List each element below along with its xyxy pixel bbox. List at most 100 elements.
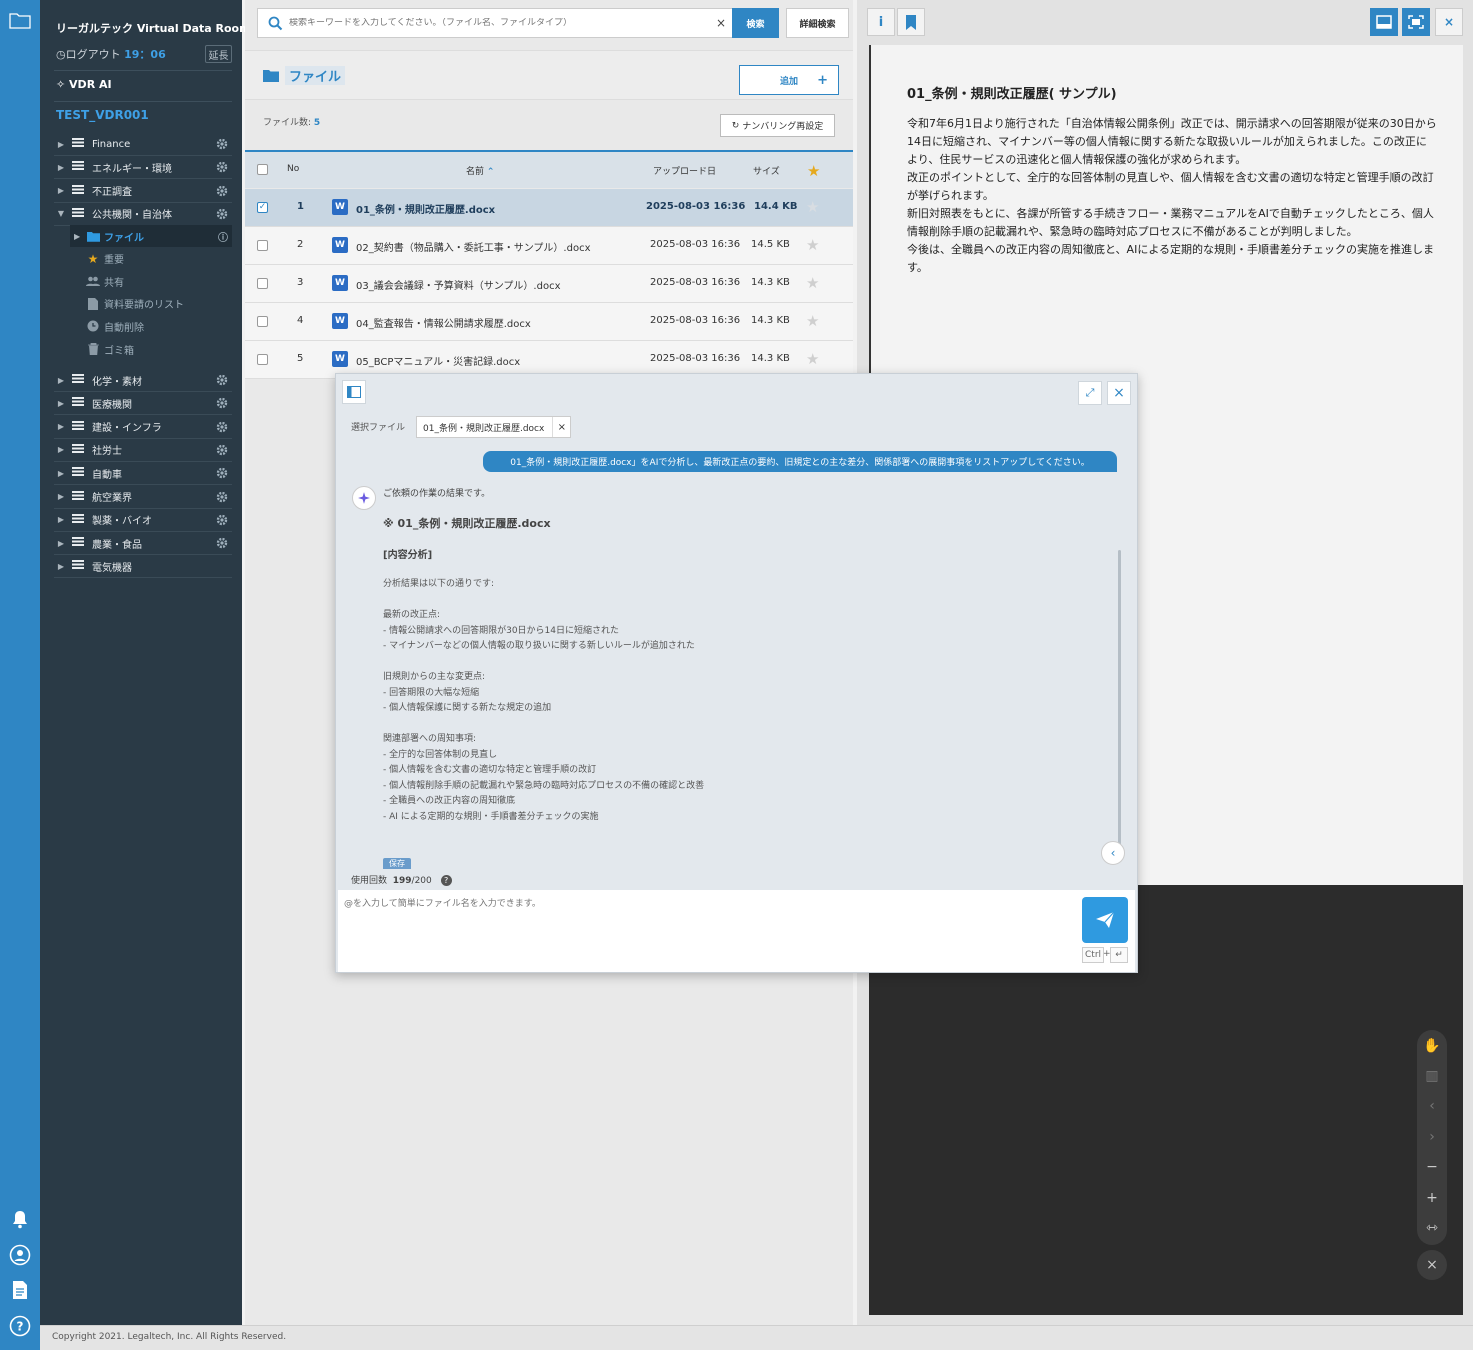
close-tools-icon[interactable]: × <box>1417 1250 1447 1280</box>
star-icon[interactable]: ★ <box>806 274 819 292</box>
caret-down-icon[interactable]: ▼ <box>54 209 68 218</box>
expand-icon[interactable]: ⤢ <box>1078 381 1102 405</box>
select-all-checkbox[interactable] <box>257 164 268 175</box>
next-page-icon[interactable]: › <box>1424 1129 1440 1145</box>
row-checkbox[interactable] <box>257 278 268 289</box>
extend-button[interactable]: 延長 <box>205 45 232 63</box>
row-checkbox[interactable]: ✓ <box>257 202 268 213</box>
caret-right-icon[interactable]: ▶ <box>54 562 68 571</box>
vdr-ai-link[interactable]: ✧ VDR AI <box>56 78 112 91</box>
gear-icon[interactable] <box>216 374 228 386</box>
search-input[interactable] <box>289 18 716 28</box>
gear-icon[interactable] <box>216 444 228 456</box>
sidebar-subitem[interactable]: 資料要請のリスト <box>70 293 232 315</box>
zoom-out-icon[interactable]: − <box>1424 1159 1440 1175</box>
caret-right-icon[interactable]: ▶ <box>54 163 68 172</box>
help-icon[interactable]: ? <box>8 1314 32 1338</box>
hand-tool-icon[interactable]: ✋ <box>1423 1038 1440 1054</box>
gear-icon[interactable] <box>216 491 228 503</box>
star-icon[interactable]: ★ <box>806 312 819 330</box>
add-button[interactable]: 追加 + <box>739 65 839 95</box>
star-header-icon[interactable]: ★ <box>807 162 820 180</box>
sidebar-folder[interactable]: ▶ エネルギー・環境 <box>54 156 232 180</box>
sidebar-folder[interactable]: ▶ 自動車 <box>54 462 232 486</box>
gear-icon[interactable] <box>216 185 228 197</box>
caret-right-icon[interactable]: ▶ <box>54 376 68 385</box>
bookmark-icon[interactable] <box>897 8 925 36</box>
table-row[interactable]: 4 W 04_監査報告・情報公開請求履歴.docx 2025-08-03 16:36 1… <box>245 303 853 341</box>
chat-input[interactable] <box>344 896 1074 956</box>
caret-right-icon[interactable]: ▶ <box>54 515 68 524</box>
prev-page-icon[interactable]: ‹ <box>1424 1098 1440 1114</box>
search-button[interactable]: 検索 <box>732 8 779 38</box>
sidebar-folder[interactable]: ▶ 建設・インフラ <box>54 416 232 439</box>
star-icon[interactable]: ★ <box>806 350 819 368</box>
sidebar-folder[interactable]: ▶ Finance <box>54 133 232 156</box>
row-file-name[interactable]: 03_議会会議録・予算資料（サンプル）.docx <box>356 277 561 292</box>
sidebar-subitem[interactable]: 共有 <box>70 270 232 292</box>
info-circle-icon[interactable]: ⓘ <box>218 229 228 244</box>
star-icon[interactable]: ★ <box>806 198 819 216</box>
row-checkbox[interactable] <box>257 240 268 251</box>
close-modal-icon[interactable]: × <box>1107 381 1131 405</box>
fit-width-icon[interactable]: ⇿ <box>1424 1220 1440 1236</box>
gear-icon[interactable] <box>216 421 228 433</box>
caret-right-icon[interactable]: ▶ <box>54 422 68 431</box>
caret-right-icon[interactable]: ▶ <box>54 399 68 408</box>
bell-icon[interactable] <box>8 1207 32 1231</box>
caret-right-icon[interactable]: ▶ <box>54 140 68 149</box>
sidebar-toggle-icon[interactable] <box>342 380 366 404</box>
table-row[interactable]: 2 W 02_契約書（物品購入・委託工事・サンプル）.docx 2025-08-03 … <box>245 227 853 265</box>
clear-search-icon[interactable]: × <box>716 16 732 30</box>
row-file-name[interactable]: 04_監査報告・情報公開請求履歴.docx <box>356 315 531 330</box>
sidebar-folder[interactable]: ▶ 社労士 <box>54 439 232 462</box>
row-checkbox[interactable] <box>257 316 268 327</box>
sidebar-folder[interactable]: ▶ 農業・食品 <box>54 532 232 556</box>
sidebar-folder[interactable]: ▶ 不正調査 <box>54 180 232 203</box>
header-no[interactable]: No <box>287 164 299 174</box>
folder-logo-icon[interactable] <box>8 8 32 32</box>
save-button[interactable]: 保存 <box>383 858 411 869</box>
gear-icon[interactable] <box>216 514 228 526</box>
send-button[interactable] <box>1082 897 1128 943</box>
sidebar-subitem[interactable]: ゴミ箱 <box>70 338 232 360</box>
row-file-name[interactable]: 05_BCPマニュアル・災害記録.docx <box>356 353 520 368</box>
gear-icon[interactable] <box>216 467 228 479</box>
gear-icon[interactable] <box>216 208 228 220</box>
caret-right-icon[interactable]: ▶ <box>54 445 68 454</box>
document-icon[interactable] <box>8 1278 32 1302</box>
header-size[interactable]: サイズ <box>753 164 780 177</box>
caret-right-icon[interactable]: ▶ <box>54 539 68 548</box>
sidebar-subitem[interactable]: 自動削除 <box>70 315 232 337</box>
project-name[interactable]: TEST_VDR001 <box>56 108 149 122</box>
header-upload-date[interactable]: アップロード日 <box>653 164 716 177</box>
book-view-icon[interactable]: ▥ <box>1424 1068 1440 1084</box>
header-name[interactable]: 名前 ⌃ <box>466 164 494 177</box>
gear-icon[interactable] <box>216 397 228 409</box>
row-file-name[interactable]: 01_条例・規則改正履歴.docx <box>356 201 495 216</box>
star-icon[interactable]: ★ <box>806 236 819 254</box>
fullscreen-icon[interactable] <box>1402 8 1430 36</box>
row-checkbox[interactable] <box>257 354 268 365</box>
advanced-search-button[interactable]: 詳細検索 <box>786 8 849 38</box>
table-row[interactable]: ✓ 1 W 01_条例・規則改正履歴.docx 2025-08-03 16:36 14.4… <box>245 189 853 227</box>
collapse-icon[interactable]: ‹ <box>1101 841 1125 865</box>
gear-icon[interactable] <box>216 161 228 173</box>
table-row[interactable]: 3 W 03_議会会議録・予算資料（サンプル）.docx 2025-08-03 16:… <box>245 265 853 303</box>
gear-icon[interactable] <box>216 138 228 150</box>
info-icon[interactable]: i <box>867 8 895 36</box>
zoom-in-icon[interactable]: + <box>1424 1190 1440 1206</box>
row-file-name[interactable]: 02_契約書（物品購入・委託工事・サンプル）.docx <box>356 239 591 254</box>
sidebar-subitem[interactable]: ★ 重要 <box>70 248 232 270</box>
gear-icon[interactable] <box>216 537 228 549</box>
sidebar-subitem[interactable]: ▶ ファイル ⓘ <box>70 225 232 247</box>
remove-file-icon[interactable]: × <box>552 417 570 437</box>
user-account-icon[interactable] <box>8 1243 32 1267</box>
caret-right-icon[interactable]: ▶ <box>54 469 68 478</box>
caret-right-icon[interactable]: ▶ <box>54 186 68 195</box>
help-icon[interactable]: ? <box>440 875 452 886</box>
sidebar-folder[interactable]: ▶ 電気機器 <box>54 555 232 579</box>
renumber-button[interactable]: ↻ ナンバリング再設定 <box>720 114 835 137</box>
chat-scrollbar[interactable] <box>1118 550 1121 845</box>
sidebar-folder[interactable]: ▶ 航空業界 <box>54 486 232 509</box>
